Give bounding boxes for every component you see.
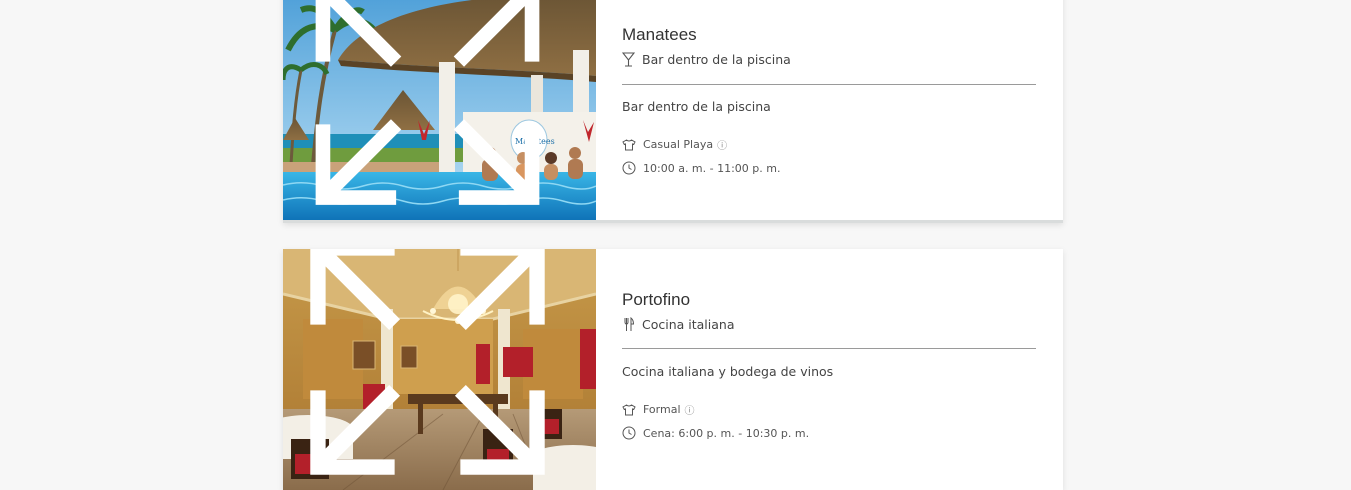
expand-icon[interactable] xyxy=(283,0,584,208)
shirt-icon xyxy=(622,138,636,150)
clock-icon xyxy=(622,161,636,175)
info-icon[interactable]: ⓘ xyxy=(685,402,695,417)
restaurant-details: Portofino Cocina italiana Cocina italian… xyxy=(622,249,1036,490)
fork-knife-icon xyxy=(624,317,635,331)
restaurant-image-portofino[interactable] xyxy=(283,249,596,490)
dress-code: Formal xyxy=(643,403,681,416)
opening-hours: 10:00 a. m. - 11:00 p. m. xyxy=(643,161,781,175)
restaurant-image-manatees[interactable]: Manatees xyxy=(283,0,596,220)
info-icon[interactable]: ⓘ xyxy=(717,137,727,152)
hours-row: 10:00 a. m. - 11:00 p. m. xyxy=(622,161,781,175)
clock-icon xyxy=(622,426,636,440)
cocktail-glass-icon xyxy=(622,52,635,67)
restaurant-type-row: Cocina italiana xyxy=(622,317,735,332)
expand-icon[interactable] xyxy=(283,249,584,478)
divider xyxy=(622,84,1036,85)
divider xyxy=(622,348,1036,349)
restaurant-type-row: Bar dentro de la piscina xyxy=(622,52,791,67)
hours-row: Cena: 6:00 p. m. - 10:30 p. m. xyxy=(622,426,809,440)
restaurant-card-manatees: Manatees Manatees Bar dentro de la pisci… xyxy=(283,0,1063,223)
restaurant-type: Cocina italiana xyxy=(642,317,735,332)
restaurant-type: Bar dentro de la piscina xyxy=(642,52,791,67)
restaurant-description: Bar dentro de la piscina xyxy=(622,99,771,114)
restaurant-card-portofino: Portofino Cocina italiana Cocina italian… xyxy=(283,249,1063,490)
opening-hours: Cena: 6:00 p. m. - 10:30 p. m. xyxy=(643,426,810,440)
restaurant-description: Cocina italiana y bodega de vinos xyxy=(622,364,834,379)
restaurant-name: Portofino xyxy=(622,290,691,309)
shirt-icon xyxy=(622,403,636,415)
restaurant-name: Manatees xyxy=(622,25,697,44)
dress-code-row: Formal ⓘ xyxy=(622,402,695,417)
dress-code: Casual Playa xyxy=(643,138,714,151)
restaurant-details: Manatees Bar dentro de la piscina Bar de… xyxy=(622,0,1036,220)
dress-code-row: Casual Playa ⓘ xyxy=(622,137,727,152)
